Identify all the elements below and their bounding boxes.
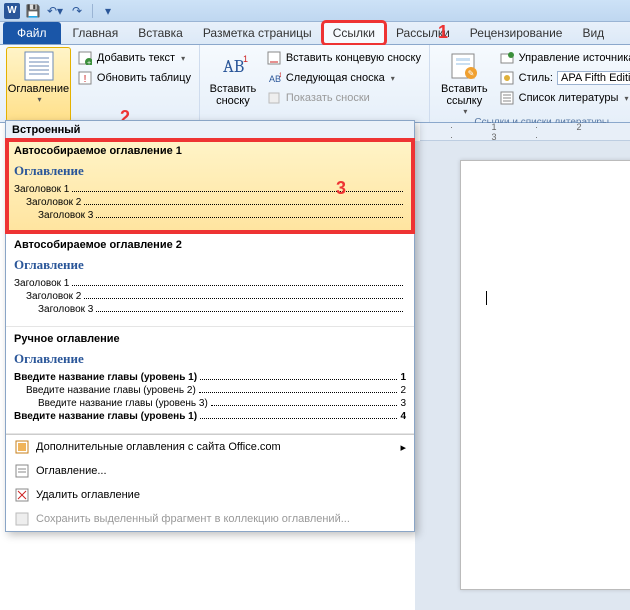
title-bar: W 💾 ↶▾ ↷ ▾ bbox=[0, 0, 630, 22]
chevron-right-icon: ▸ bbox=[400, 441, 406, 454]
tab-file[interactable]: Файл bbox=[3, 22, 61, 44]
show-footnotes-button[interactable]: Показать сноски bbox=[264, 89, 423, 107]
gallery-manual-title: Ручное оглавление bbox=[14, 333, 406, 345]
qat-save[interactable]: 💾 bbox=[24, 2, 42, 20]
toc-heading-1: Оглавление bbox=[14, 163, 406, 179]
horizontal-ruler[interactable]: · 1 · 2 · 3 · bbox=[420, 123, 630, 141]
gallery-auto-toc-2[interactable]: Автособираемое оглавление 2 Оглавление З… bbox=[6, 233, 414, 327]
svg-text:!: ! bbox=[84, 74, 87, 85]
toc-icon bbox=[22, 50, 54, 82]
update-table-button[interactable]: ! Обновить таблицу bbox=[75, 69, 193, 87]
tocm-line-2: Введите название главы (уровень 2)2 bbox=[14, 384, 406, 397]
remove-toc-icon bbox=[14, 487, 30, 503]
insert-citation-label: Вставить ссылку bbox=[441, 83, 488, 107]
toc-gallery: Встроенный Автособираемое оглавление 1 О… bbox=[5, 120, 415, 532]
svg-text:✎: ✎ bbox=[468, 69, 475, 78]
insert-endnote-button[interactable]: Вставить концевую сноску bbox=[264, 49, 423, 67]
custom-toc-icon bbox=[14, 463, 30, 479]
gallery-remove-toc[interactable]: Удалить оглавление bbox=[6, 483, 414, 507]
style-icon bbox=[499, 70, 515, 86]
next-footnote-icon: AB1 bbox=[266, 70, 282, 86]
word-icon: W bbox=[4, 3, 20, 19]
svg-text:1: 1 bbox=[243, 54, 248, 64]
gallery-save-selection: Сохранить выделенный фрагмент в коллекци… bbox=[6, 507, 414, 531]
tab-review[interactable]: Рецензирование bbox=[460, 22, 573, 44]
manage-sources-button[interactable]: Управление источникам bbox=[497, 49, 630, 67]
save-selection-icon bbox=[14, 511, 30, 527]
next-footnote-button[interactable]: AB1 Следующая сноска bbox=[264, 69, 423, 87]
gallery-more-office[interactable]: Дополнительные оглавления с сайта Office… bbox=[6, 435, 414, 459]
toc1-line-1: Заголовок 1 bbox=[14, 183, 406, 196]
toc-button[interactable]: Оглавление bbox=[6, 47, 71, 122]
insert-footnote-button[interactable]: AB1 Вставить сноску bbox=[206, 47, 260, 122]
bibliography-button[interactable]: Список литературы bbox=[497, 89, 630, 107]
ribbon: Оглавление + Добавить текст ! Обновить т… bbox=[0, 45, 630, 123]
group-citations: ✎ Вставить ссылку Управление источникам … bbox=[430, 45, 630, 122]
svg-text:+: + bbox=[87, 60, 91, 65]
citation-style-dropdown[interactable]: Стиль: APA Fifth Editi bbox=[497, 69, 630, 87]
qat-customize[interactable]: ▾ bbox=[99, 2, 117, 20]
qat-redo[interactable]: ↷ bbox=[68, 2, 86, 20]
bibliography-icon bbox=[499, 90, 515, 106]
toc2-line-3: Заголовок 3 bbox=[14, 303, 406, 316]
tab-page-layout[interactable]: Разметка страницы bbox=[193, 22, 322, 44]
toc1-line-2: Заголовок 2 bbox=[14, 196, 406, 209]
add-text-icon: + bbox=[77, 50, 93, 66]
toc-heading-3: Оглавление bbox=[14, 351, 406, 367]
svg-text:AB: AB bbox=[223, 56, 244, 77]
annotation-1: 1 bbox=[438, 22, 448, 43]
tab-references[interactable]: Ссылки bbox=[322, 21, 386, 45]
office-icon bbox=[14, 439, 30, 455]
insert-footnote-label: Вставить сноску bbox=[210, 83, 257, 107]
gallery-auto2-title: Автособираемое оглавление 2 bbox=[14, 239, 406, 251]
toc2-line-1: Заголовок 1 bbox=[14, 277, 406, 290]
tocm-line-4: Введите название главы (уровень 1)4 bbox=[14, 410, 406, 423]
insert-footnote-icon: AB1 bbox=[217, 50, 249, 82]
add-text-button[interactable]: + Добавить текст bbox=[75, 49, 193, 67]
ribbon-tabs: Файл Главная Вставка Разметка страницы С… bbox=[0, 22, 630, 45]
gallery-footer: Дополнительные оглавления с сайта Office… bbox=[6, 434, 414, 531]
annotation-3: 3 bbox=[336, 178, 346, 199]
document-page[interactable] bbox=[460, 160, 630, 590]
toc2-line-2: Заголовок 2 bbox=[14, 290, 406, 303]
gallery-manual-toc[interactable]: Ручное оглавление Оглавление Введите наз… bbox=[6, 327, 414, 434]
tocm-line-1: Введите название главы (уровень 1)1 bbox=[14, 371, 406, 384]
endnote-icon bbox=[266, 50, 282, 66]
gallery-custom-toc[interactable]: Оглавление... bbox=[6, 459, 414, 483]
qat-divider bbox=[92, 4, 93, 18]
manage-sources-icon bbox=[499, 50, 515, 66]
tocm-line-3: Введите название главы (уровень 3)3 bbox=[14, 397, 406, 410]
tab-home[interactable]: Главная bbox=[63, 22, 129, 44]
insert-citation-icon: ✎ bbox=[448, 50, 480, 82]
update-table-icon: ! bbox=[77, 70, 93, 86]
qat-undo[interactable]: ↶▾ bbox=[46, 2, 64, 20]
gallery-auto-toc-1[interactable]: Автособираемое оглавление 1 Оглавление З… bbox=[6, 139, 414, 233]
tab-insert[interactable]: Вставка bbox=[128, 22, 193, 44]
gallery-builtin-header: Встроенный bbox=[6, 121, 414, 139]
gallery-auto1-title: Автособираемое оглавление 1 bbox=[14, 145, 406, 157]
tab-mailings[interactable]: Рассылки bbox=[386, 22, 460, 44]
group-footnotes: AB1 Вставить сноску Вставить концевую сн… bbox=[200, 45, 430, 122]
toc-heading-2: Оглавление bbox=[14, 257, 406, 273]
svg-text:1: 1 bbox=[279, 73, 281, 79]
toc-button-label: Оглавление bbox=[8, 83, 69, 95]
text-cursor bbox=[486, 291, 487, 305]
tab-view[interactable]: Вид bbox=[572, 22, 614, 44]
show-footnotes-icon bbox=[266, 90, 282, 106]
insert-citation-button[interactable]: ✎ Вставить ссылку bbox=[436, 47, 493, 117]
toc1-line-3: Заголовок 3 bbox=[14, 209, 406, 222]
group-toc: Оглавление + Добавить текст ! Обновить т… bbox=[0, 45, 200, 122]
